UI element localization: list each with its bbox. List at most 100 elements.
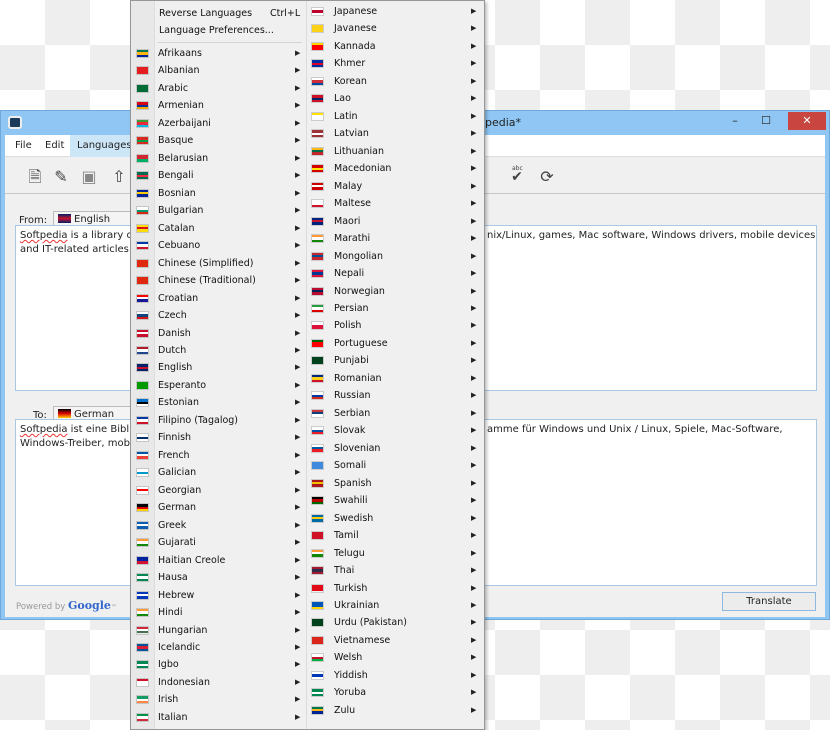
- submenu-arrow-icon: ▶: [471, 321, 477, 330]
- submenu-arrow-icon: ▶: [471, 76, 477, 85]
- menu-item-slovenian[interactable]: Slovenian ▶: [131, 440, 481, 457]
- menu-item-slovak[interactable]: Slovak ▶: [131, 422, 481, 439]
- menu-item-kannada[interactable]: Kannada ▶: [131, 38, 481, 55]
- menu-item-japanese[interactable]: Japanese ▶: [131, 3, 481, 20]
- save-icon[interactable]: ▣: [79, 167, 99, 187]
- language-label: Thai: [334, 565, 355, 577]
- menu-item-ukrainian[interactable]: Ukrainian ▶: [131, 597, 481, 614]
- submenu-arrow-icon: ▶: [471, 391, 477, 400]
- menu-item-nepali[interactable]: Nepali ▶: [131, 265, 481, 282]
- submenu-arrow-icon: ▶: [471, 251, 477, 260]
- menu-item-telugu[interactable]: Telugu ▶: [131, 545, 481, 562]
- menu-item-turkish[interactable]: Turkish ▶: [131, 580, 481, 597]
- source-flag-icon: [58, 214, 71, 223]
- powered-by-label: Powered by: [16, 602, 66, 612]
- menu-item-romanian[interactable]: Romanian ▶: [131, 370, 481, 387]
- menu-item-polish[interactable]: Polish ▶: [131, 317, 481, 334]
- submenu-arrow-icon: ▶: [471, 181, 477, 190]
- menu-item-zulu[interactable]: Zulu ▶: [131, 702, 481, 719]
- submenu-arrow-icon: ▶: [471, 216, 477, 225]
- edit-document-icon[interactable]: ✎: [51, 167, 71, 187]
- menu-item-lao[interactable]: Lao ▶: [131, 90, 481, 107]
- languages-menu: Reverse Languages Ctrl+L Language Prefere…: [130, 0, 485, 730]
- target-text-left: Softpedia ist eine Biblio Windows-Treiber…: [20, 423, 138, 451]
- submenu-arrow-icon: ▶: [471, 531, 477, 540]
- export-icon[interactable]: ⇧: [109, 167, 129, 187]
- menu-item-maltese[interactable]: Maltese ▶: [131, 195, 481, 212]
- menu-item-macedonian[interactable]: Macedonian ▶: [131, 160, 481, 177]
- menu-languages[interactable]: Languages: [70, 135, 139, 157]
- close-button[interactable]: ✕: [788, 112, 826, 130]
- flag-icon: [311, 618, 324, 628]
- menu-item-malay[interactable]: Malay ▶: [131, 178, 481, 195]
- submenu-arrow-icon: ▶: [471, 548, 477, 557]
- maximize-button[interactable]: ☐: [751, 112, 781, 130]
- menu-item-tamil[interactable]: Tamil ▶: [131, 527, 481, 544]
- flag-icon: [311, 338, 324, 348]
- minimize-button[interactable]: –: [721, 112, 749, 130]
- menu-item-marathi[interactable]: Marathi ▶: [131, 230, 481, 247]
- menu-item-latvian[interactable]: Latvian ▶: [131, 125, 481, 142]
- language-label: Khmer: [334, 58, 366, 70]
- submenu-arrow-icon: ▶: [471, 583, 477, 592]
- language-label: Romanian: [334, 372, 382, 384]
- menu-item-russian[interactable]: Russian ▶: [131, 387, 481, 404]
- language-label: Lithuanian: [334, 145, 385, 157]
- menu-file[interactable]: File: [8, 135, 39, 157]
- new-document-icon[interactable]: 🗎: [25, 167, 45, 187]
- menu-item-swedish[interactable]: Swedish ▶: [131, 510, 481, 527]
- language-label: Kannada: [334, 40, 376, 52]
- menu-item-norwegian[interactable]: Norwegian ▶: [131, 283, 481, 300]
- menu-item-yoruba[interactable]: Yoruba ▶: [131, 684, 481, 701]
- menu-item-serbian[interactable]: Serbian ▶: [131, 405, 481, 422]
- menu-item-javanese[interactable]: Javanese ▶: [131, 20, 481, 37]
- menu-item-maori[interactable]: Maori ▶: [131, 213, 481, 230]
- menu-edit[interactable]: Edit: [38, 135, 71, 157]
- spellcheck-icon[interactable]: abc ✔: [507, 165, 527, 187]
- menu-item-korean[interactable]: Korean ▶: [131, 73, 481, 90]
- menu-item-mongolian[interactable]: Mongolian ▶: [131, 248, 481, 265]
- language-label: Maori: [334, 215, 361, 227]
- menu-item-thai[interactable]: Thai ▶: [131, 562, 481, 579]
- submenu-arrow-icon: ▶: [471, 7, 477, 15]
- menu-item-somali[interactable]: Somali ▶: [131, 457, 481, 474]
- menu-item-spanish[interactable]: Spanish ▶: [131, 475, 481, 492]
- menu-item-persian[interactable]: Persian ▶: [131, 300, 481, 317]
- language-label: Polish: [334, 320, 362, 332]
- menu-item-welsh[interactable]: Welsh ▶: [131, 649, 481, 666]
- flag-icon: [311, 7, 324, 16]
- language-label: Slovenian: [334, 442, 381, 454]
- menu-item-punjabi[interactable]: Punjabi ▶: [131, 352, 481, 369]
- flag-icon: [311, 461, 324, 471]
- translate-button[interactable]: Translate: [722, 592, 816, 611]
- menu-item-urdu-pakistan[interactable]: Urdu (Pakistan) ▶: [131, 614, 481, 631]
- flag-icon: [311, 531, 324, 541]
- flag-icon: [311, 164, 324, 174]
- language-label: Marathi: [334, 233, 371, 245]
- menu-item-swahili[interactable]: Swahili ▶: [131, 492, 481, 509]
- menu-item-portuguese[interactable]: Portuguese ▶: [131, 335, 481, 352]
- target-text-part: ist eine Biblio: [67, 424, 139, 435]
- source-language: English: [74, 214, 111, 225]
- submenu-arrow-icon: ▶: [471, 670, 477, 679]
- submenu-arrow-icon: ▶: [471, 356, 477, 365]
- language-label: Nepali: [334, 268, 365, 280]
- source-text-left: Softpedia is a library of and IT-related …: [20, 229, 136, 257]
- language-label: Punjabi: [334, 355, 369, 367]
- language-label: Malay: [334, 180, 363, 192]
- menu-item-khmer[interactable]: Khmer ▶: [131, 55, 481, 72]
- target-text-right: amme für Windows und Unix / Linux, Spiel…: [487, 424, 783, 435]
- menu-item-yiddish[interactable]: Yiddish ▶: [131, 667, 481, 684]
- submenu-arrow-icon: ▶: [471, 24, 477, 33]
- menu-item-lithuanian[interactable]: Lithuanian ▶: [131, 143, 481, 160]
- flag-icon: [311, 478, 324, 488]
- target-flag-icon: [58, 409, 71, 418]
- source-word-softpedia: Softpedia: [20, 230, 68, 241]
- menu-item-vietnamese[interactable]: Vietnamese ▶: [131, 632, 481, 649]
- menu-item-latin[interactable]: Latin ▶: [131, 108, 481, 125]
- flag-icon: [311, 426, 324, 436]
- flag-icon: [311, 566, 324, 576]
- flag-icon: [311, 705, 324, 715]
- refresh-icon[interactable]: ⟳: [537, 167, 557, 187]
- flag-icon: [311, 251, 324, 261]
